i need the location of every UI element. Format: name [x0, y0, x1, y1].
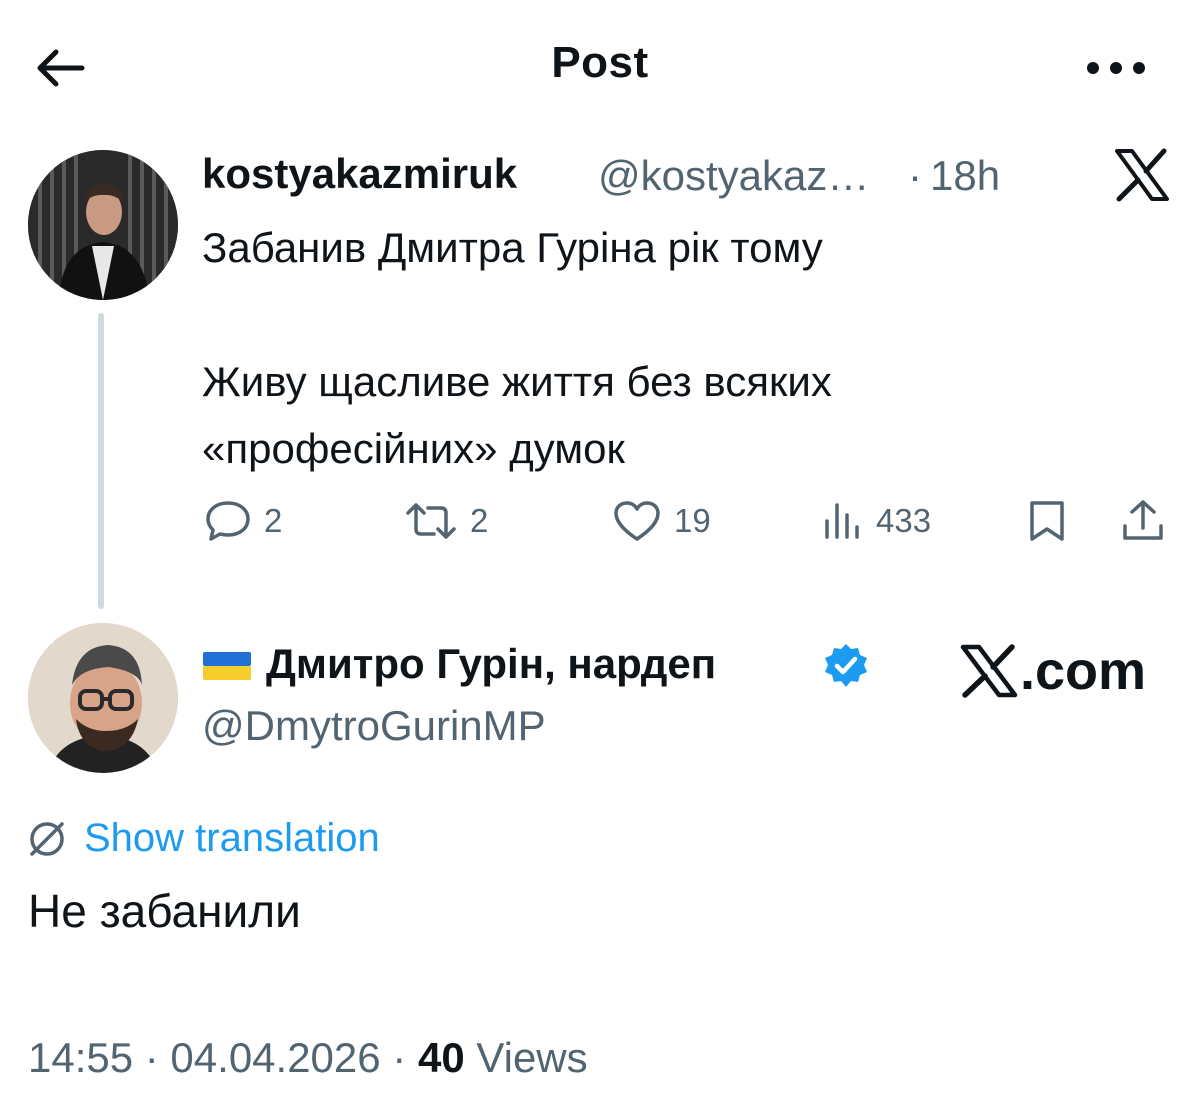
- reply-post-text: Не забанили: [28, 885, 301, 937]
- more-options-button[interactable]: [1080, 48, 1152, 88]
- heart-icon: [614, 501, 660, 541]
- xcom-watermark-text: .com: [1020, 641, 1147, 701]
- views-button[interactable]: 433: [822, 496, 931, 546]
- repost-button[interactable]: 2: [404, 496, 488, 546]
- separator-dot: ·: [908, 152, 922, 199]
- x-logo-icon: [1114, 148, 1170, 202]
- repost-icon: [406, 503, 456, 539]
- page-title: Post: [551, 38, 649, 87]
- verified-badge-icon: [822, 642, 870, 690]
- share-icon: [1123, 500, 1163, 540]
- avatar-kostyakazmiruk[interactable]: [28, 150, 178, 300]
- bookmark-button[interactable]: [1026, 496, 1068, 546]
- post-time[interactable]: 18h: [930, 152, 1000, 200]
- post-text: Забанив Дмитра Гуріна рік тому Живу щасл…: [202, 224, 832, 472]
- bookmark-icon: [1030, 501, 1064, 541]
- xcom-watermark: .com: [960, 636, 1146, 706]
- post-views-label: Views: [464, 1034, 588, 1081]
- like-count: 19: [674, 502, 711, 539]
- comment-icon: [206, 501, 250, 541]
- avatar-dmytrogurinmp[interactable]: [28, 623, 178, 773]
- post-metadata: 14:55 · 04.04.2026 · 40 Views: [28, 1034, 588, 1082]
- author-handle[interactable]: @kostyakaz…: [598, 152, 869, 200]
- x-logo-icon: [960, 644, 1018, 698]
- reply-author-handle[interactable]: @DmytroGurinMP: [202, 702, 546, 750]
- post-timestamp[interactable]: 14:55 · 04.04.2026 ·: [28, 1034, 418, 1081]
- share-button[interactable]: [1120, 496, 1166, 546]
- bar-chart-icon: [825, 503, 859, 539]
- reply-author-display-name[interactable]: Дмитро Гурін, нардеп: [266, 640, 716, 688]
- views-count: 433: [876, 502, 932, 539]
- author-display-name[interactable]: kostyakazmiruk: [202, 150, 517, 198]
- thread-line: [98, 313, 104, 609]
- repost-count: 2: [470, 502, 489, 539]
- show-translation-button[interactable]: Show translation: [26, 816, 380, 861]
- post-views-count: 40: [417, 1034, 465, 1081]
- ukraine-flag-icon: [202, 649, 252, 683]
- like-button[interactable]: 19: [612, 496, 711, 546]
- reply-button[interactable]: 2: [204, 496, 282, 546]
- more-horizontal-icon: [1087, 62, 1145, 74]
- show-translation-label: Show translation: [84, 816, 380, 860]
- reply-count: 2: [264, 502, 283, 539]
- globe-icon: [30, 821, 64, 856]
